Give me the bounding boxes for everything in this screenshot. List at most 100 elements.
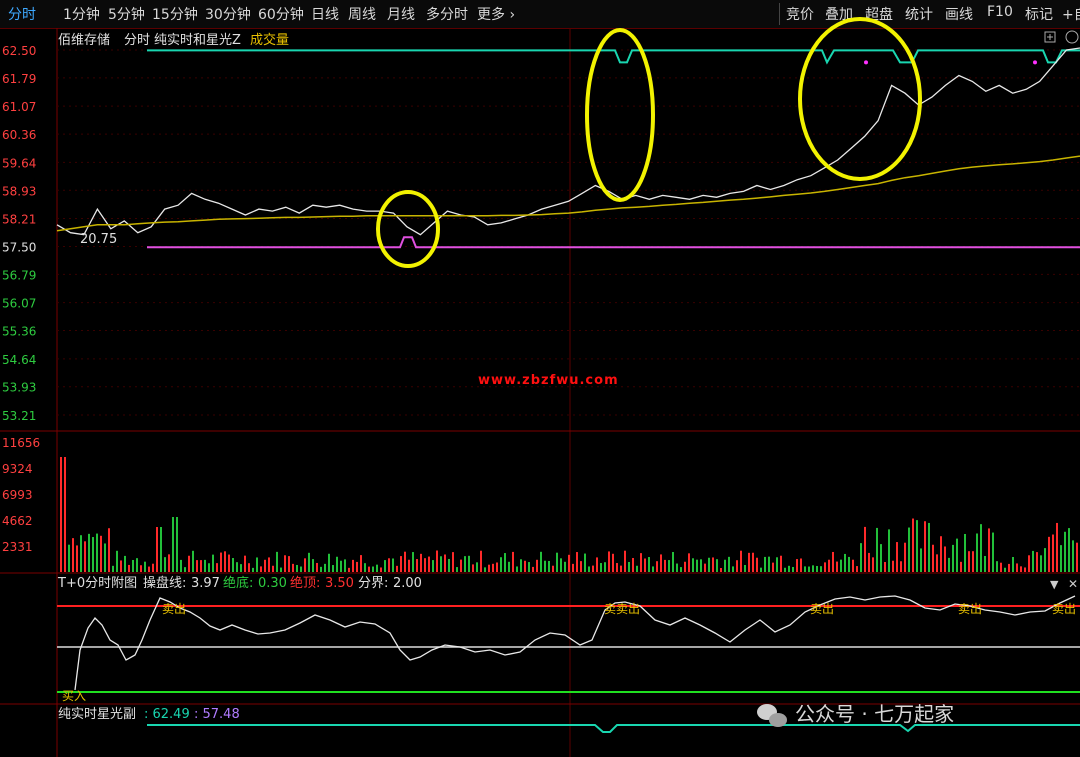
price-tick-label: 56.07 xyxy=(2,297,36,311)
price-tick-label: 62.50 xyxy=(2,44,36,58)
highlight-circle-1 xyxy=(376,190,440,268)
volume-bar xyxy=(524,560,526,572)
volume-bar xyxy=(536,559,538,572)
volume-bar xyxy=(792,566,794,572)
volume-bar xyxy=(896,542,898,572)
volume-bar xyxy=(1036,552,1038,572)
signal-dot xyxy=(864,60,868,65)
volume-bar xyxy=(68,544,70,572)
volume-bar xyxy=(704,563,706,572)
volume-bar xyxy=(904,542,906,572)
volume-bar xyxy=(396,565,398,572)
lower-band-line xyxy=(147,236,1080,249)
volume-bar xyxy=(700,559,702,572)
volume-bar xyxy=(124,555,126,572)
volume-bar xyxy=(732,566,734,572)
volume-bar xyxy=(604,562,606,572)
volume-bar xyxy=(184,567,186,572)
volume-bar xyxy=(72,538,74,572)
volume-bar xyxy=(460,559,462,572)
volume-bar xyxy=(820,566,822,572)
price-tick-label: 55.36 xyxy=(2,325,36,339)
wechat-icon-bubble xyxy=(769,713,787,727)
volume-bar xyxy=(576,552,578,572)
volume-bar xyxy=(508,561,510,572)
volume-bar xyxy=(320,566,322,572)
volume-bar xyxy=(392,558,394,572)
collapse-icon[interactable]: ▼ xyxy=(1050,578,1059,591)
sub-panel-lines xyxy=(147,724,1080,733)
volume-bar xyxy=(572,563,574,572)
intraday-chart[interactable]: 62.50 61.79 61.07 60.36 59.64 58.93 58.21 57.50… xyxy=(0,0,1080,757)
volume-bar xyxy=(564,561,566,572)
volume-bar xyxy=(116,550,118,572)
volume-bar xyxy=(924,521,926,572)
volume-bar xyxy=(1048,536,1050,572)
volume-bar xyxy=(476,562,478,572)
volume-bar xyxy=(340,560,342,572)
volume-bar xyxy=(80,535,82,572)
sell-signal-3: 卖出 xyxy=(810,602,834,616)
volume-bar xyxy=(608,551,610,572)
price-tick-label: 53.21 xyxy=(2,409,36,423)
volume-bar xyxy=(60,457,62,572)
volume-bar xyxy=(864,526,866,572)
volume-bar xyxy=(920,548,922,572)
volume-bar xyxy=(740,550,742,572)
volume-bar xyxy=(768,556,770,572)
price-line xyxy=(56,47,1080,236)
volume-bar xyxy=(388,558,390,572)
volume-bar xyxy=(448,558,450,572)
volume-bar xyxy=(276,551,278,572)
volume-bar xyxy=(1072,540,1074,572)
volume-bar xyxy=(76,545,78,572)
price-tick-label: 57.50 xyxy=(2,240,36,254)
volume-tick-label: 6993 xyxy=(2,488,33,502)
volume-bar xyxy=(988,528,990,572)
t0-field1-value: 3.97 xyxy=(191,576,220,591)
volume-bar xyxy=(1040,555,1042,572)
volume-bar xyxy=(488,564,490,572)
volume-bar xyxy=(624,550,626,572)
settings-icon[interactable] xyxy=(1065,30,1079,44)
volume-bar xyxy=(88,533,90,572)
volume-bar xyxy=(868,552,870,572)
highlight-circle-3 xyxy=(798,17,922,181)
volume-bar xyxy=(1012,557,1014,572)
volume-bar xyxy=(236,562,238,572)
volume-bar xyxy=(248,563,250,572)
volume-bar xyxy=(324,563,326,572)
highlight-circle-2 xyxy=(585,28,655,202)
volume-bar xyxy=(812,565,814,572)
close-icon[interactable]: ✕ xyxy=(1068,577,1078,591)
volume-bar xyxy=(252,567,254,572)
volume-bar xyxy=(760,567,762,572)
sub-panel-value-2: : 57.48 xyxy=(194,707,240,722)
volume-bar xyxy=(628,561,630,572)
volume-bar xyxy=(592,565,594,572)
price-axis: 62.50 61.79 61.07 60.36 59.64 58.93 58.21 57.50… xyxy=(2,44,36,423)
chart-mode-label: 分时 xyxy=(124,33,150,48)
volume-bar xyxy=(120,560,122,572)
volume-bar xyxy=(364,563,366,572)
volume-bar xyxy=(1064,531,1066,572)
volume-bar xyxy=(288,556,290,572)
volume-bar xyxy=(520,559,522,572)
sell-signal-2: 卖卖出 xyxy=(604,602,640,616)
volume-bar xyxy=(156,527,158,572)
volume-bar xyxy=(112,565,114,572)
volume-bar xyxy=(384,560,386,572)
sub-panel-value-1: : 62.49 xyxy=(144,707,190,722)
volume-bar xyxy=(972,551,974,572)
sub-band-line xyxy=(147,724,1080,733)
volume-bar xyxy=(144,561,146,572)
t0-field4-label: 分界: xyxy=(358,576,388,591)
volume-bar xyxy=(428,556,430,572)
volume-bar xyxy=(708,557,710,572)
volume-bar xyxy=(884,561,886,572)
t0-field2-label: 绝底: xyxy=(223,575,253,591)
volume-bar xyxy=(484,567,486,572)
highlight-circles xyxy=(376,17,922,268)
volume-bar xyxy=(548,560,550,572)
volume-bar xyxy=(212,554,214,572)
